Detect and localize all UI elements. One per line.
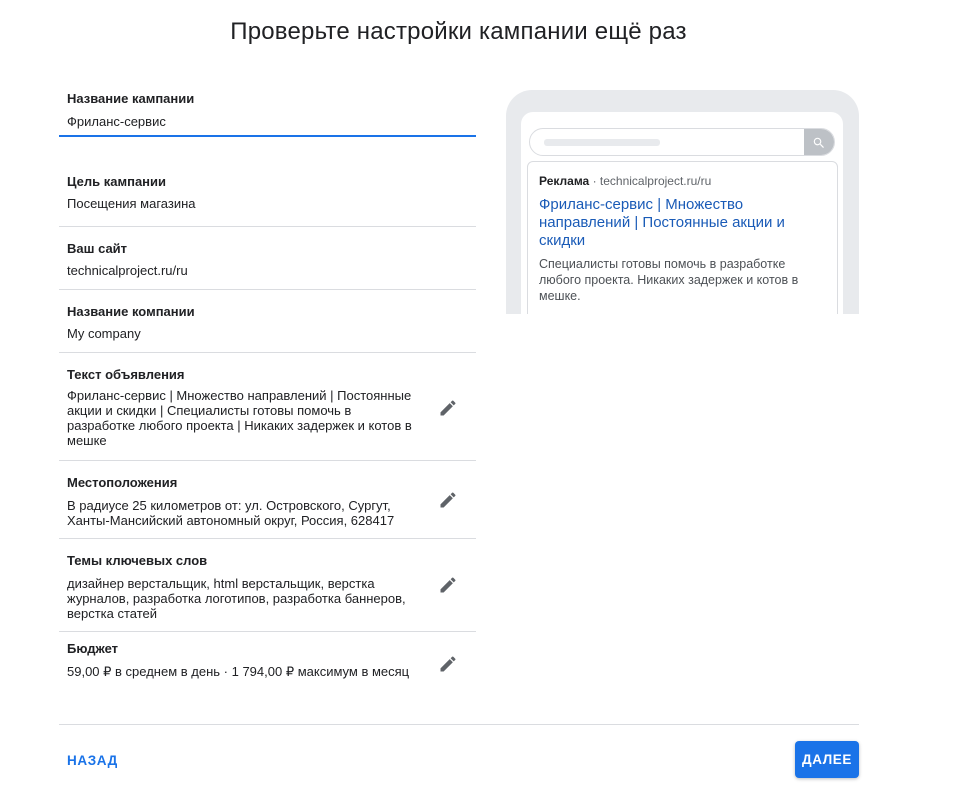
budget-label: Бюджет [67,641,118,656]
ad-preview-description: Специалисты готовы помочь в разработке л… [539,257,799,303]
ad-preview-meta: Реклама · technicalproject.ru/ru [539,173,826,189]
ad-text-label: Текст объявления [67,367,185,382]
locations-label: Местоположения [67,475,178,490]
ad-preview-headline: Фриланс-сервис | Множество направлений |… [539,196,785,249]
company-name-row: Название компании My company [59,290,476,353]
ad-display-url: technicalproject.ru/ru [599,174,712,188]
campaign-goal-label: Цель кампании [67,174,167,189]
pencil-icon [440,577,456,593]
preview-search-bar [529,128,835,156]
next-button[interactable]: ДАЛЕЕ [795,741,859,778]
website-row: Ваш сайт technicalproject.ru/ru [59,227,476,290]
ad-label: Реклама [539,174,590,188]
pencil-icon [440,492,456,508]
keywords-label: Темы ключевых слов [67,553,208,568]
ad-preview-card: Реклама · technicalproject.ru/ru Фриланс… [527,161,838,314]
campaign-name-field[interactable]: Название кампании Фриланс-сервис [59,84,476,137]
edit-ad-text-button[interactable] [434,394,462,422]
preview-search-placeholder [544,139,660,146]
search-icon [813,137,824,148]
locations-row: Местоположения В радиусе 25 километров о… [59,461,476,539]
ad-text-row: Текст объявления Фриланс-сервис | Множес… [59,353,476,461]
ad-preview-phone-frame: Реклама · technicalproject.ru/ru Фриланс… [506,90,859,314]
edit-locations-button[interactable] [434,486,462,514]
pencil-icon [440,656,456,672]
company-name-value: My company [67,326,141,341]
website-label: Ваш сайт [67,241,128,256]
website-value: technicalproject.ru/ru [67,263,188,278]
campaign-name-input[interactable]: Фриланс-сервис [67,114,468,130]
page-title: Проверьте настройки кампании ещё раз [230,18,687,45]
footer-divider [59,724,859,725]
edit-keywords-button[interactable] [434,571,462,599]
campaign-settings-list: Название кампании Фриланс-сервис Цель ка… [59,84,476,702]
budget-value: 59,00 ₽ в среднем в день · 1 794,00 ₽ ма… [67,664,410,679]
budget-row: Бюджет 59,00 ₽ в среднем в день · 1 794,… [59,632,476,702]
keywords-row: Темы ключевых слов дизайнер верстальщик,… [59,539,476,632]
edit-budget-button[interactable] [434,650,462,678]
pencil-icon [440,400,456,416]
ad-meta-separator: · [589,174,600,188]
company-name-label: Название компании [67,304,195,319]
campaign-name-label: Название кампании [67,91,195,106]
locations-value: В радиусе 25 километров от: ул. Островск… [67,498,395,528]
campaign-goal-row: Цель кампании Посещения магазина [59,137,476,227]
preview-search-button [804,129,834,155]
ad-preview-screen: Реклама · technicalproject.ru/ru Фриланс… [521,112,843,314]
campaign-goal-value: Посещения магазина [67,196,196,211]
keywords-value: дизайнер верстальщик, html верстальщик, … [67,576,406,621]
ad-text-value: Фриланс-сервис | Множество направлений |… [67,388,412,448]
back-button[interactable]: НАЗАД [59,744,126,776]
